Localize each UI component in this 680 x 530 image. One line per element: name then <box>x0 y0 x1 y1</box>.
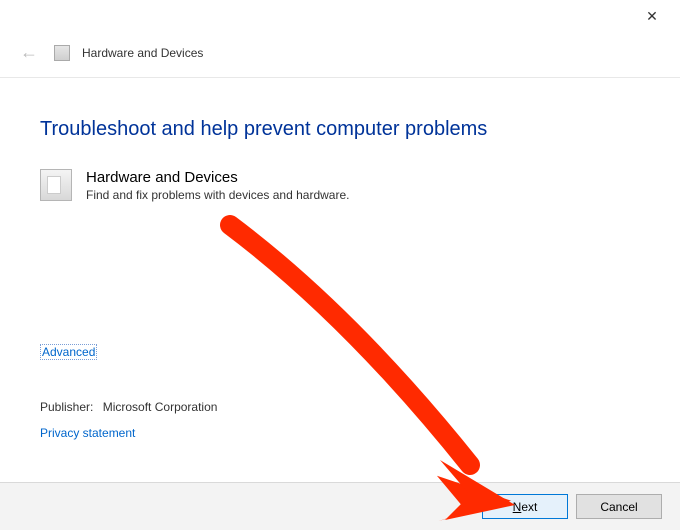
publisher-value: Microsoft Corporation <box>103 400 218 414</box>
wizard-icon <box>54 45 70 61</box>
item-description: Find and fix problems with devices and h… <box>86 188 349 202</box>
publisher-row: Publisher: Microsoft Corporation <box>40 400 217 414</box>
device-icon <box>40 169 72 201</box>
wizard-header: ← Hardware and Devices <box>0 32 680 78</box>
content-area: Troubleshoot and help prevent computer p… <box>0 78 680 202</box>
troubleshooter-item: Hardware and Devices Find and fix proble… <box>40 169 640 202</box>
privacy-link[interactable]: Privacy statement <box>40 426 135 440</box>
titlebar: ✕ <box>0 0 680 32</box>
publisher-label: Publisher: <box>40 400 93 414</box>
close-icon[interactable]: ✕ <box>632 2 672 30</box>
header-title: Hardware and Devices <box>82 46 203 60</box>
back-icon: ← <box>16 40 42 65</box>
arrow-annotation <box>210 215 540 525</box>
cancel-button[interactable]: Cancel <box>576 494 662 519</box>
advanced-link[interactable]: Advanced <box>40 344 97 360</box>
footer: Next Cancel <box>0 482 680 530</box>
next-button[interactable]: Next <box>482 494 568 519</box>
lower-links: Advanced Publisher: Microsoft Corporatio… <box>40 344 217 440</box>
page-title: Troubleshoot and help prevent computer p… <box>40 118 640 141</box>
item-title: Hardware and Devices <box>86 169 349 186</box>
